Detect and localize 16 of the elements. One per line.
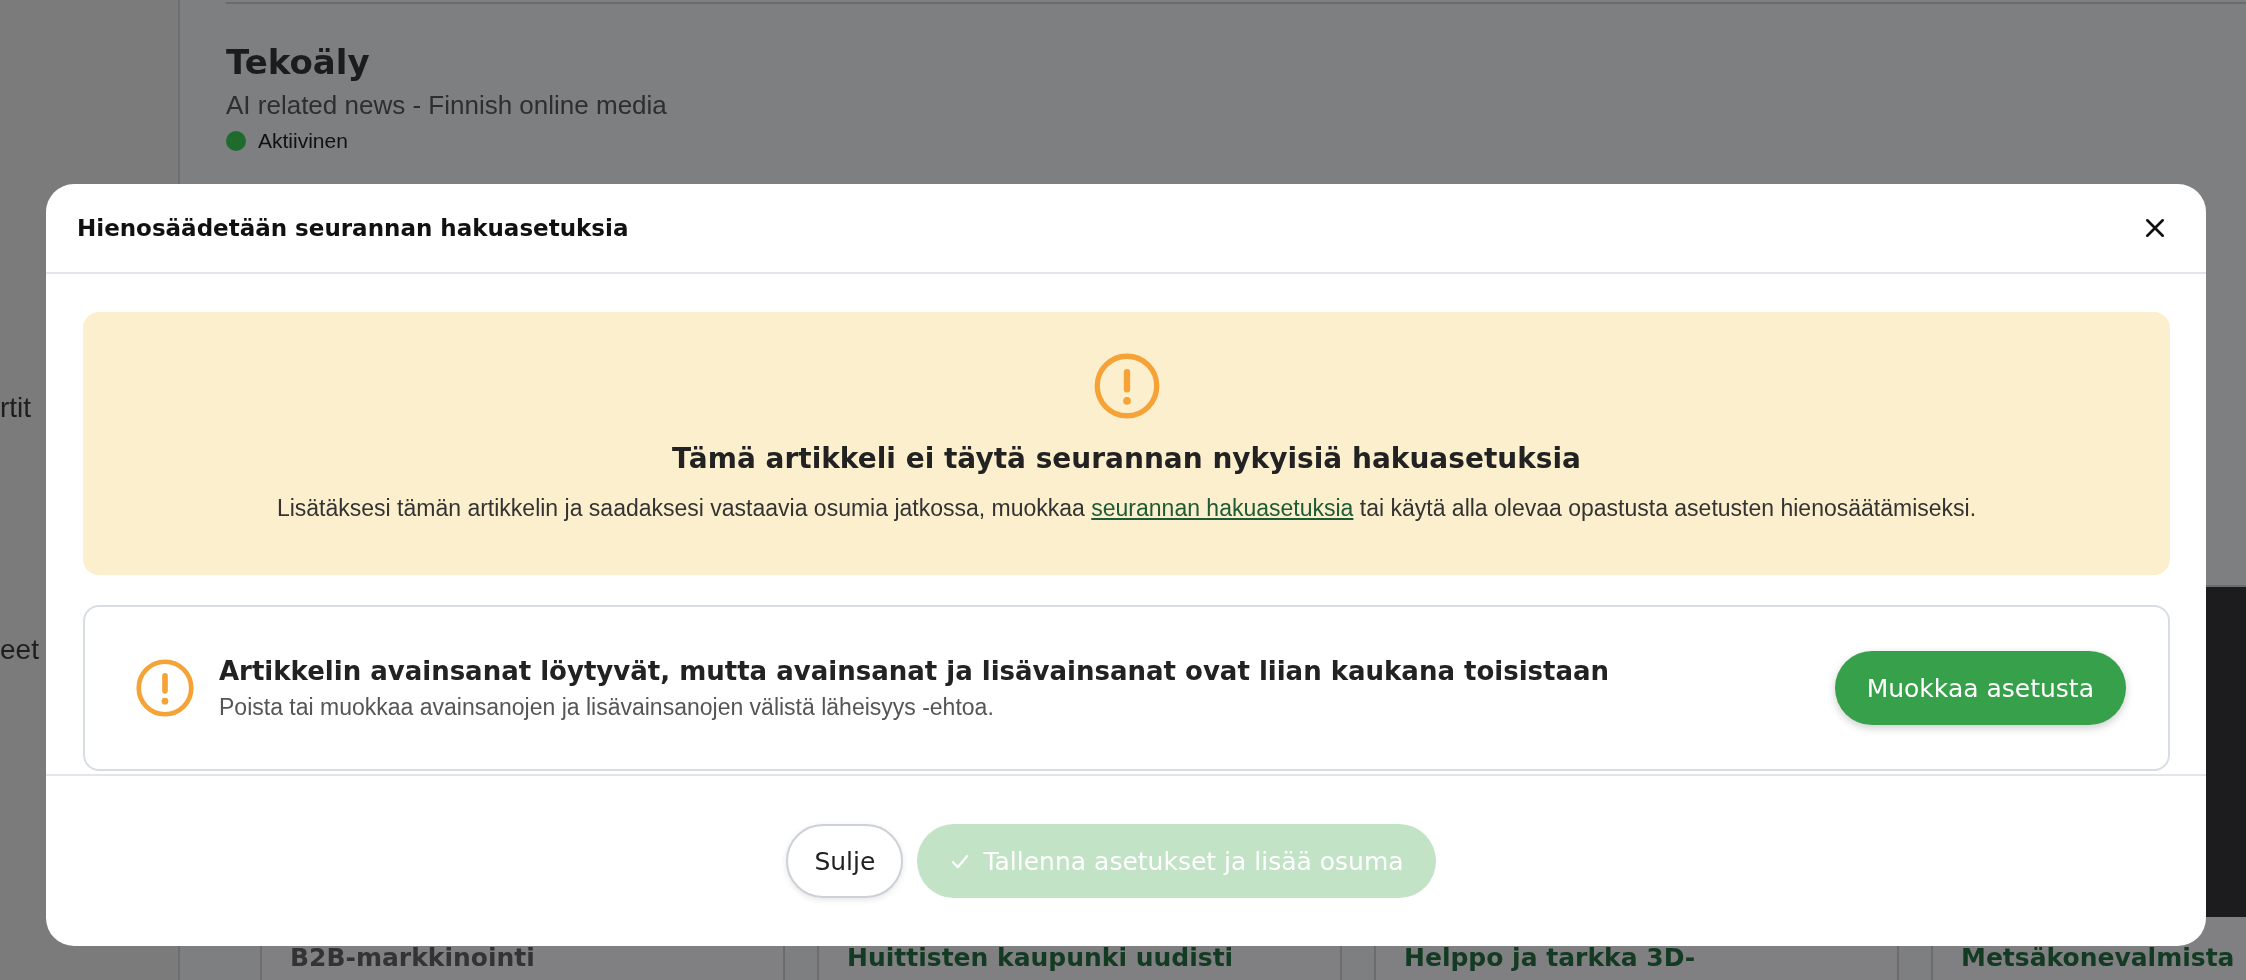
settings-link[interactable]: seurannan hakuasetuksia (1091, 495, 1354, 521)
alert-icon (135, 658, 195, 718)
issue-description: Poista tai muokkaa avainsanojen ja lisävainsanojen välistä läheisyys -ehtoa. (219, 693, 995, 721)
article-title: Huittisten kaupunki uudisti (846, 942, 1235, 972)
warning-title: Tämä artikkeli ei täytä seurannan nykyisiä hakuasetuksia (671, 442, 1581, 475)
article-title: Helppo ja tarkka 3D- (1403, 942, 1697, 972)
monitor-title: Tekoäly (226, 42, 371, 82)
dialog-title: Hienosäädetään seurannan hakuasetuksia (77, 215, 629, 241)
article-title: Metsäkonevalmista (1960, 942, 2236, 972)
issue-title: Artikkelin avainsanat löytyvät, mutta avainsanat ja lisävainsanat ovat liian kaukana toisistaan (219, 655, 1611, 686)
status-label: Aktiivinen (258, 129, 348, 153)
article-title: B2B-markkinointi (289, 942, 536, 972)
warning-text: Lisätäksesi tämän artikkelin ja saadaksesi vastaavia osumia jatkossa, muokkaa seurannan hakuasetuksia tai käytä alla olevaa opastusta asetusten hienosäätämiseksi. (276, 495, 1977, 522)
close-button[interactable]: Sulje (786, 824, 904, 898)
alert-icon (1092, 352, 1161, 420)
monitor-subtitle: AI related news - Finnish online media (226, 90, 668, 121)
